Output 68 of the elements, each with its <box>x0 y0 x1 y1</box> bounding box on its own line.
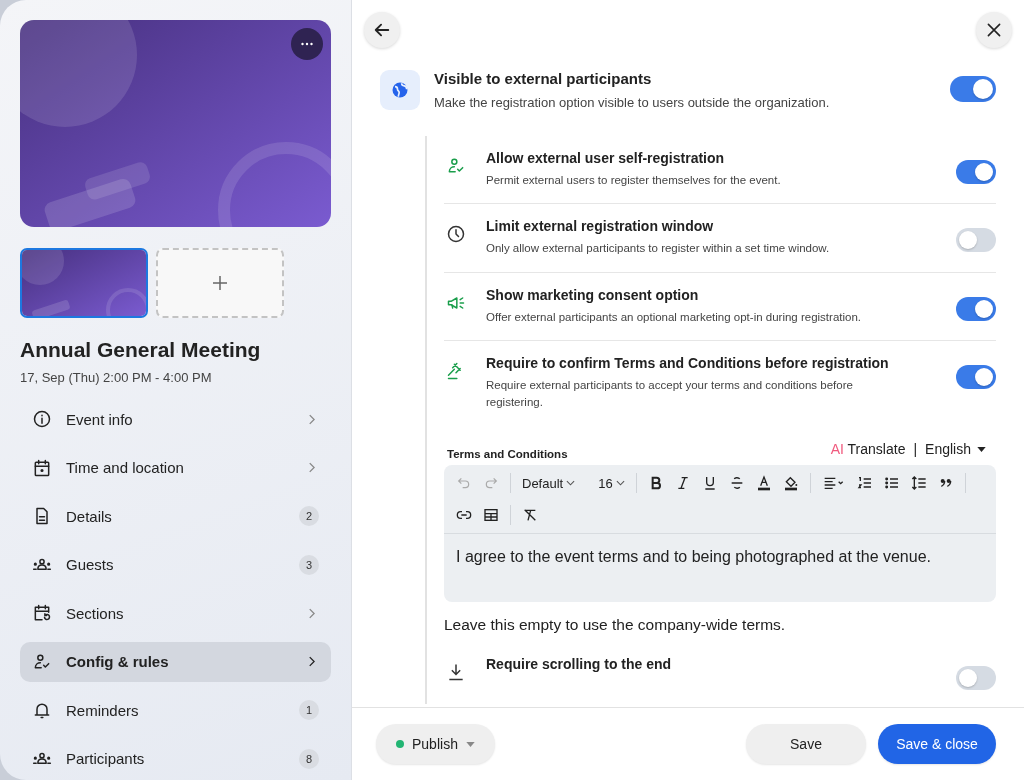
nav-item[interactable]: Reminders 1 <box>20 690 331 730</box>
count-badge: 1 <box>299 700 319 720</box>
option-title: Require scrolling to the end <box>486 656 673 673</box>
option-title: Allow external user self-registration <box>486 150 726 166</box>
globe-icon <box>380 70 420 110</box>
table-icon[interactable] <box>483 507 499 524</box>
font-size-dropdown[interactable]: 16 <box>598 475 625 491</box>
chevron-icon <box>308 607 315 619</box>
event-datetime: 17, Sep (Thu) 2:00 PM - 4:00 PM <box>20 370 213 385</box>
separator: | <box>913 441 918 458</box>
publish-dropdown[interactable]: Publish <box>376 724 495 764</box>
toggle-switch[interactable] <box>956 364 996 389</box>
more-icon <box>301 42 313 46</box>
count-badge: 2 <box>299 506 319 526</box>
text-color-icon[interactable] <box>755 475 772 492</box>
chevron-down-icon <box>615 480 625 487</box>
hint-text: Leave this empty to use the company-wide terms. <box>444 616 787 635</box>
font-dropdown[interactable]: Default <box>522 475 576 491</box>
terms-text[interactable]: I agree to the event terms and to being photographed at the venue. <box>444 534 996 581</box>
nav-item[interactable]: Participants 8 <box>20 738 331 779</box>
ai-translate-button[interactable]: AI Translate <box>830 441 906 458</box>
download-icon <box>446 662 466 683</box>
fill-color-icon[interactable] <box>782 475 799 492</box>
setting-title: Visible to external participants <box>434 70 653 87</box>
cal-refresh-icon <box>32 603 52 623</box>
toggle-switch[interactable] <box>956 228 996 253</box>
language-dropdown[interactable]: English <box>925 441 986 458</box>
nav-item[interactable]: Sections <box>20 593 331 633</box>
save-button[interactable]: Save <box>746 724 866 764</box>
chevron-icon <box>308 413 315 425</box>
option-title: Require to confirm Terms and Conditions before registration <box>486 354 890 371</box>
nav-item[interactable]: Time and location <box>20 447 331 488</box>
save-and-close-button[interactable]: Save & close <box>878 724 996 764</box>
chevron-icon <box>308 656 315 667</box>
back-arrow-icon <box>373 21 391 39</box>
toggle-switch[interactable] <box>956 666 996 691</box>
calendar-icon <box>32 457 52 478</box>
chevron-icon <box>308 462 315 473</box>
option-title: Show marketing consent option <box>486 286 700 303</box>
event-title: Annual General Meeting <box>20 338 262 362</box>
plus-icon <box>212 275 228 291</box>
line-height-icon[interactable] <box>910 475 927 492</box>
caret-icon <box>465 741 475 747</box>
option-title: Limit external registration window <box>486 218 715 235</box>
count-badge: 8 <box>299 748 319 769</box>
thumbnail[interactable] <box>20 248 148 318</box>
option-description: Offer external participants an optional marketing opt-in during registration. <box>486 309 863 325</box>
back-button[interactable] <box>364 12 400 48</box>
nav-item[interactable]: Config & rules <box>20 641 331 682</box>
count-badge: 3 <box>299 554 319 575</box>
field-label: Terms and Conditions <box>447 448 568 461</box>
user-check-icon <box>446 156 466 176</box>
nav-item[interactable]: Event info <box>20 399 331 439</box>
nav-item[interactable]: Details 2 <box>20 496 331 536</box>
nav-item[interactable]: Guests 3 <box>20 544 331 585</box>
setting-description: Make the registration option visible to users outside the organization. <box>434 95 831 110</box>
close-icon <box>986 22 1002 38</box>
info-icon <box>32 409 52 429</box>
option-description: Require external participants to accept your terms and conditions before registering. <box>486 377 854 410</box>
toggle-switch[interactable] <box>956 296 996 321</box>
option-description: Only allow external participants to register within a set time window. <box>486 241 831 257</box>
option-description: Permit external users to register themselves for the event. <box>486 173 782 188</box>
caret-icon <box>977 446 986 452</box>
clock-icon <box>446 224 466 245</box>
toggle-switch[interactable] <box>950 76 996 102</box>
chevron-down-icon <box>566 480 576 487</box>
toggle-switch[interactable] <box>956 160 996 184</box>
close-button[interactable] <box>976 12 1012 48</box>
